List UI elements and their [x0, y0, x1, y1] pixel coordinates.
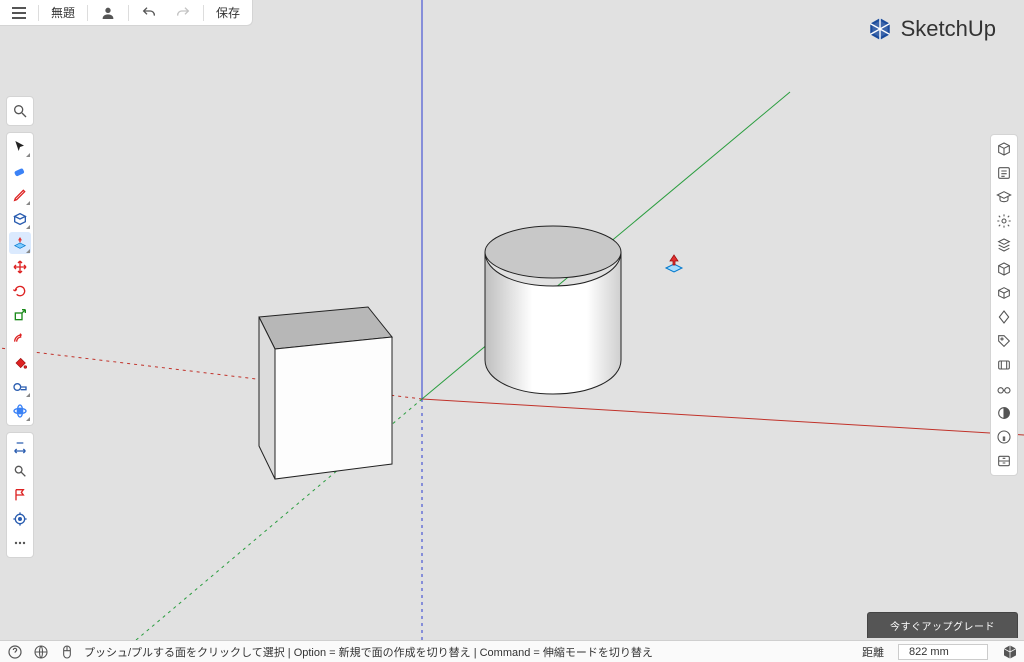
status-hint: プッシュ/プルする面をクリックして選択 | Option = 新規で面の作成を切…	[84, 644, 653, 660]
search-tool[interactable]	[9, 100, 31, 122]
shadows-panel[interactable]	[993, 354, 1015, 376]
menu-button[interactable]	[6, 5, 32, 21]
tag-icon	[996, 333, 1012, 349]
paint-bucket-tool[interactable]	[9, 352, 31, 374]
upgrade-button[interactable]: 今すぐアップグレード	[867, 612, 1018, 638]
sketchup-icon	[867, 16, 893, 42]
drawer-icon	[996, 453, 1012, 469]
undo-button[interactable]	[135, 3, 163, 23]
globe-icon	[33, 644, 49, 660]
paint-bucket-icon	[12, 355, 28, 371]
tape-measure-tool[interactable]	[9, 376, 31, 398]
measure-label: 距離	[862, 644, 884, 660]
move-tool[interactable]	[9, 256, 31, 278]
divider	[203, 5, 204, 21]
dimension-tool[interactable]	[9, 436, 31, 458]
scene-cube[interactable]	[259, 307, 392, 479]
push-pull-cursor	[662, 252, 686, 281]
line-tool[interactable]	[9, 184, 31, 206]
status-bar: プッシュ/プルする面をクリックして選択 | Option = 新規で面の作成を切…	[0, 640, 1024, 662]
save-button[interactable]: 保存	[210, 2, 246, 23]
components-panel[interactable]	[993, 210, 1015, 232]
contrast-icon	[996, 405, 1012, 421]
entity-info-panel[interactable]	[993, 138, 1015, 160]
diamond-icon	[996, 309, 1012, 325]
info-panel[interactable]	[993, 426, 1015, 448]
search-panel	[6, 96, 34, 126]
scale-icon	[12, 307, 28, 323]
stack-icon	[996, 237, 1012, 253]
select-tool[interactable]	[9, 136, 31, 158]
scene-cylinder[interactable]	[485, 226, 621, 394]
sketchup-small-icon	[1002, 644, 1018, 660]
axes-overlay	[0, 0, 1024, 662]
text-label-tool[interactable]	[9, 484, 31, 506]
top-toolbar: 無題 保存	[0, 0, 253, 26]
film-icon	[996, 357, 1012, 373]
help-icon	[7, 644, 23, 660]
glasses-icon	[996, 381, 1012, 397]
divider	[128, 5, 129, 21]
more-tools[interactable]	[9, 532, 31, 554]
section-tool[interactable]	[9, 460, 31, 482]
search-small-icon	[12, 463, 28, 479]
box-icon	[996, 285, 1012, 301]
secondary-tools-panel	[6, 432, 34, 558]
graduation-icon	[996, 189, 1012, 205]
rotate-tool[interactable]	[9, 280, 31, 302]
rectangle-tool[interactable]	[9, 208, 31, 230]
orbit-tool[interactable]	[9, 400, 31, 422]
divider	[38, 5, 39, 21]
document-title[interactable]: 無題	[45, 2, 81, 23]
offset-icon	[12, 331, 28, 347]
user-icon	[100, 5, 116, 21]
eraser-icon	[12, 163, 28, 179]
rotate-icon	[12, 283, 28, 299]
undo-icon	[141, 5, 157, 21]
cube-wire-icon	[996, 261, 1012, 277]
redo-button[interactable]	[169, 3, 197, 23]
cube-outline-icon	[996, 141, 1012, 157]
dimension-icon	[12, 439, 28, 455]
advanced-panel[interactable]	[993, 450, 1015, 472]
user-button[interactable]	[94, 3, 122, 23]
materials-panel[interactable]	[993, 234, 1015, 256]
instructor-panel[interactable]	[993, 162, 1015, 184]
eraser-tool[interactable]	[9, 160, 31, 182]
push-pull-tool[interactable]	[9, 232, 31, 254]
app-logo: SketchUp	[867, 16, 996, 42]
axes-tool[interactable]	[9, 508, 31, 530]
target-icon	[12, 511, 28, 527]
learn-panel[interactable]	[993, 186, 1015, 208]
right-panel-rail	[990, 134, 1018, 476]
search-icon	[12, 103, 28, 119]
mouse-indicator	[58, 643, 76, 661]
gear-icon	[996, 213, 1012, 229]
measure-value[interactable]: 822 mm	[898, 644, 988, 660]
redo-icon	[175, 5, 191, 21]
scale-tool[interactable]	[9, 304, 31, 326]
main-tools-panel	[6, 132, 34, 426]
hamburger-icon	[12, 7, 26, 19]
mouse-icon	[59, 644, 75, 660]
flag-icon	[12, 487, 28, 503]
list-icon	[996, 165, 1012, 181]
app-name: SketchUp	[901, 16, 996, 42]
divider	[87, 5, 88, 21]
more-icon	[12, 535, 28, 551]
soft-edges-panel[interactable]	[993, 402, 1015, 424]
move-icon	[12, 259, 28, 275]
viewport-3d[interactable]	[0, 0, 1024, 662]
fog-panel[interactable]	[993, 378, 1015, 400]
offset-tool[interactable]	[9, 328, 31, 350]
layers-panel[interactable]	[993, 282, 1015, 304]
language-button[interactable]	[32, 643, 50, 661]
help-button[interactable]	[6, 643, 24, 661]
left-tool-rail	[6, 96, 34, 558]
styles-panel[interactable]	[993, 330, 1015, 352]
tags-panel[interactable]	[993, 258, 1015, 280]
scenes-panel[interactable]	[993, 306, 1015, 328]
info-icon	[996, 429, 1012, 445]
